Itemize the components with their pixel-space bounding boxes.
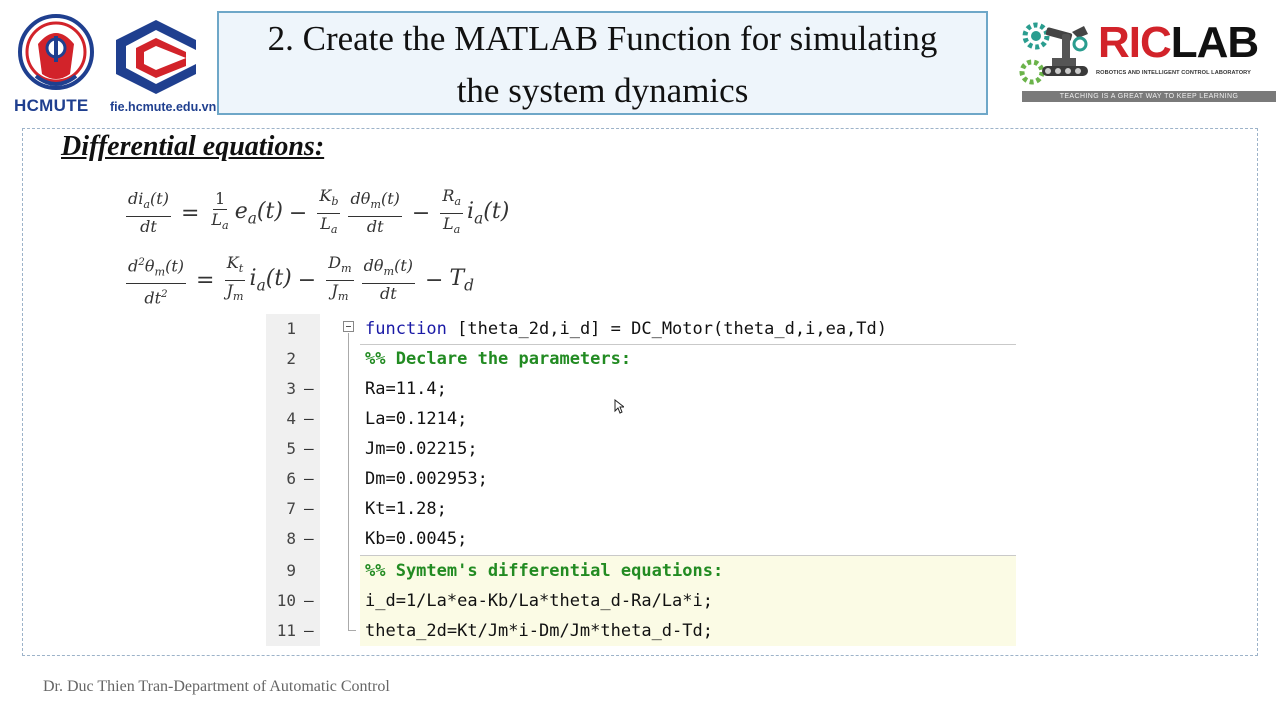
riclab-ric: RIC [1098,18,1172,67]
code-line[interactable]: theta_2d=Kt/Jm*i-Dm/Jm*theta_d-Td; [365,616,713,646]
code-line[interactable]: %% Declare the parameters: [365,344,631,374]
footer-author: Dr. Duc Thien Tran-Department of Automat… [43,678,390,695]
breakpoint-dash[interactable]: – [304,586,314,616]
slide-title: 2. Create the MATLAB Function for simula… [217,11,988,115]
code-line[interactable]: function [theta_2d,i_d] = DC_Motor(theta… [365,314,887,344]
fie-emblem-icon [116,20,196,94]
code-line[interactable]: Kb=0.0045; [365,524,467,554]
section-heading: Differential equations: [61,131,325,162]
line-number: 10 [276,591,296,610]
line-number: 9 [286,561,296,580]
riclab-tagline: TEACHING IS A GREAT WAY TO KEEP LEARNING [1022,91,1276,102]
code-line[interactable]: %% Symtem's differential equations: [365,556,723,586]
title-line-1: 2. Create the MATLAB Function for simula… [267,19,938,58]
code-line[interactable]: Dm=0.002953; [365,464,488,494]
hcmute-label: HCMUTE [14,96,89,115]
faculty-url: fie.hcmute.edu.vn [110,100,217,114]
equation-angle: d2θm(t) dt2 = Kt Jm ia(t) − Dm Jm dθm(t) dt … [126,253,475,307]
line-number: 4 [286,409,296,428]
fold-guide-end [348,630,356,631]
fold-guide [348,333,349,631]
line-number: 11 [276,621,296,640]
code-line[interactable]: Ra=11.4; [365,374,447,404]
breakpoint-dash[interactable]: – [304,464,314,494]
line-number: 3 [286,379,296,398]
breakpoint-dash[interactable]: – [304,494,314,524]
code-text: [theta_2d,i_d] = DC_Motor(theta_d,i,ea,T… [446,319,887,339]
fold-toggle-icon[interactable] [343,321,354,332]
mouse-cursor-icon [614,399,624,414]
hcmute-logo: HCMUTE [14,14,98,116]
riclab-lab: LAB [1170,18,1259,67]
breakpoint-dash[interactable]: – [304,616,314,646]
line-number: 5 [286,439,296,458]
line-number: 7 [286,499,296,518]
breakpoint-dash[interactable]: – [304,404,314,434]
line-number: 2 [286,349,296,368]
robot-arm-gear-icon [1019,22,1088,85]
line-number: 1 [286,319,296,338]
breakpoint-dash[interactable]: – [304,374,314,404]
line-number: 6 [286,469,296,488]
riclab-wordmark: RICLAB [1098,18,1259,68]
breakpoint-dash[interactable]: – [304,434,314,464]
line-number: 8 [286,529,296,548]
title-line-2: the system dynamics [456,71,749,110]
code-line[interactable]: Kt=1.28; [365,494,447,524]
code-line[interactable]: i_d=1/La*ea-Kb/La*theta_d-Ra/La*i; [365,586,713,616]
breakpoint-dash[interactable]: – [304,524,314,554]
riclab-subtitle: ROBOTICS AND INTELLIGENT CONTROL LABORAT… [1096,70,1251,76]
riclab-logo: RICLAB ROBOTICS AND INTELLIGENT CONTROL … [1018,18,1276,104]
equation-current: dia(t) dt = 1 La ea(t) − Kb La dθm(t) dt − R… [126,186,510,236]
code-line[interactable]: Jm=0.02215; [365,434,478,464]
hcmute-emblem-icon [18,14,94,90]
code-line[interactable]: La=0.1214; [365,404,467,434]
fie-logo: fie.hcmute.edu.vn [110,18,216,116]
code-keyword: function [365,319,447,339]
